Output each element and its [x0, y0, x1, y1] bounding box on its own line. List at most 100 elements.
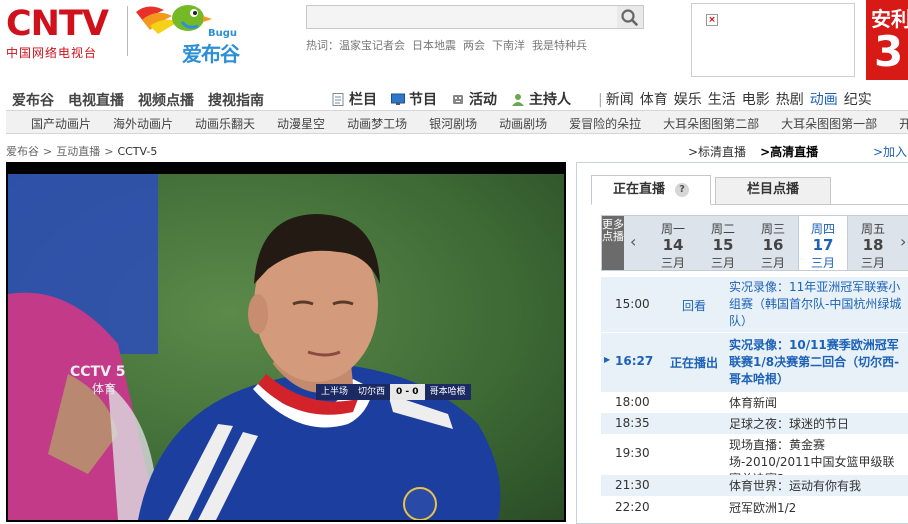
sub-nav-link[interactable]: 开心宝: [899, 117, 908, 131]
date-item[interactable]: 周五 18 三月: [848, 216, 898, 270]
hot-keyword-link[interactable]: 温家宝记者会: [339, 39, 405, 52]
tab-live-now[interactable]: 正在直播?: [591, 175, 711, 205]
sub-nav-link[interactable]: 银河剧场: [429, 117, 477, 131]
sub-nav-link[interactable]: 海外动画片: [113, 117, 173, 131]
nav-category-news[interactable]: 新闻: [606, 92, 634, 108]
cntv-logo[interactable]: CNTV 中国网络电视台: [6, 6, 118, 60]
robot-icon: [453, 94, 463, 104]
schedule-row[interactable]: 22:20 冠军欧洲1/2: [601, 497, 908, 517]
date-number: 15: [712, 236, 734, 254]
nav-category-drama[interactable]: 热剧: [776, 92, 804, 108]
breadcrumb: 爱布谷 > 互动直播 > CCTV-5: [6, 143, 157, 159]
scoreboard: 上半场 切尔西 0 - 0 哥本哈根: [316, 384, 471, 400]
standard-definition-link[interactable]: >标清直播: [688, 145, 746, 159]
sub-nav-link[interactable]: 动画乐翻天: [195, 117, 255, 131]
ad-frame[interactable]: ×: [691, 3, 855, 77]
nav-category-sports[interactable]: 体育: [640, 92, 668, 108]
tab-column-vod[interactable]: 栏目点播: [715, 177, 831, 205]
nav-link-tv-live[interactable]: 电视直播: [68, 93, 124, 109]
date-item-current[interactable]: 周四 17 三月: [798, 216, 848, 270]
cntv-logo-subtitle: 中国网络电视台: [6, 46, 98, 60]
bugu-logo[interactable]: Bugu 爱布谷: [134, 0, 249, 66]
schedule-panel: 正在直播? 栏目点播 更多点播 ‹ 周一 14 三月 周二 15 三月 周三 1…: [576, 162, 908, 524]
nav-category-entertainment[interactable]: 娱乐: [674, 92, 702, 108]
person-icon: [512, 93, 524, 106]
schedule-row-live[interactable]: ▶ 16:27 正在播出 实况录像：10/11赛季欧洲冠军联赛1/8决赛第二回合…: [601, 333, 908, 393]
schedule-row[interactable]: 18:35 足球之夜：球迷的节日: [601, 413, 908, 435]
nav-separator: |: [598, 92, 603, 108]
breadcrumb-separator: >: [43, 145, 53, 158]
document-icon: [332, 92, 344, 106]
help-icon[interactable]: ?: [675, 182, 689, 197]
hot-keyword-link[interactable]: 下南洋: [492, 39, 525, 52]
schedule-row[interactable]: 15:00 回看 实况录像：11年亚洲冠军联赛小组赛（韩国首尔队-中国杭州绿城队…: [601, 277, 908, 333]
nav-link-vod[interactable]: 视频点播: [138, 93, 194, 109]
date-item[interactable]: 周二 15 三月: [698, 216, 748, 270]
video-player[interactable]: CCTV 5 体育 上半场 切尔西 0 - 0 哥本哈根: [6, 162, 566, 522]
logo-divider: [127, 6, 128, 56]
nav-columns[interactable]: 栏目: [331, 89, 377, 109]
hot-keyword-link[interactable]: 我是特种兵: [532, 39, 587, 52]
next-week-button[interactable]: ›: [900, 232, 906, 251]
add-to-link[interactable]: >加入: [873, 143, 907, 160]
high-definition-link[interactable]: >高清直播: [760, 145, 818, 159]
red-ad-number: 3: [874, 27, 904, 76]
red-banner-ad[interactable]: 安利 3: [866, 0, 908, 80]
date-weekday: 周五: [860, 222, 885, 236]
nav-category-life[interactable]: 生活: [708, 92, 736, 108]
schedule-row[interactable]: 18:00 体育新闻: [601, 393, 908, 413]
date-item[interactable]: 周三 16 三月: [748, 216, 798, 270]
schedule-program: 体育新闻: [729, 396, 778, 410]
date-month: 三月: [810, 256, 835, 270]
sub-nav: 国产动画片 海外动画片 动画乐翻天 动漫星空 动画梦工场 银河剧场 动画剧场 爱冒险的朵拉 大耳…: [6, 110, 908, 134]
search-input[interactable]: [306, 5, 618, 29]
cntv-logo-word: CNTV: [6, 4, 109, 44]
hot-keyword-link[interactable]: 两会: [463, 39, 485, 52]
date-month: 三月: [860, 256, 885, 270]
sub-nav-link[interactable]: 大耳朵图图第二部: [663, 117, 759, 131]
nav-programs[interactable]: 节目: [391, 89, 437, 109]
schedule-program[interactable]: 实况录像：10/11赛季欧洲冠军联赛1/8决赛第二回合（切尔西-哥本哈根）: [729, 337, 908, 388]
sub-nav-link[interactable]: 动漫星空: [277, 117, 325, 131]
breadcrumb-current: CCTV-5: [117, 145, 158, 158]
sub-nav-link[interactable]: 动画梦工场: [347, 117, 407, 131]
video-frame[interactable]: CCTV 5 体育 上半场 切尔西 0 - 0 哥本哈根: [8, 174, 564, 520]
section-nav: 栏目 节目 活动 主持人: [331, 89, 585, 109]
nav-hosts-label: 主持人: [529, 92, 571, 108]
match-score: 0 - 0: [390, 384, 425, 400]
date-month: 三月: [660, 256, 685, 270]
nav-activities[interactable]: 活动: [451, 89, 497, 109]
away-team: 哥本哈根: [424, 384, 471, 400]
date-number: 14: [662, 236, 684, 254]
date-item[interactable]: 周一 14 三月: [648, 216, 698, 270]
home-team: 切尔西: [353, 384, 391, 400]
more-vod-button[interactable]: 更多点播: [602, 216, 624, 270]
prev-week-button[interactable]: ‹: [630, 232, 636, 251]
schedule-list: 15:00 回看 实况录像：11年亚洲冠军联赛小组赛（韩国首尔队-中国杭州绿城队…: [601, 277, 908, 517]
breadcrumb-separator: >: [104, 145, 114, 158]
nav-link-bugu[interactable]: 爱布谷: [12, 93, 54, 109]
replay-link[interactable]: 回看: [659, 279, 729, 314]
breadcrumb-live[interactable]: 互动直播: [56, 145, 100, 158]
sub-nav-link[interactable]: 爱冒险的朵拉: [569, 117, 641, 131]
play-indicator-icon: ▶: [604, 355, 611, 364]
nav-category-animation[interactable]: 动画: [810, 92, 838, 108]
sub-nav-link[interactable]: 大耳朵图图第一部: [781, 117, 877, 131]
hot-keyword-link[interactable]: 日本地震: [412, 39, 456, 52]
breadcrumb-home[interactable]: 爱布谷: [6, 145, 39, 158]
date-selector: 更多点播 ‹ 周一 14 三月 周二 15 三月 周三 16 三月 周四 17 …: [601, 215, 908, 271]
schedule-row[interactable]: 21:30 体育世界：运动有你有我: [601, 475, 908, 497]
schedule-row[interactable]: 19:30 现场直播：黄金赛场-2010/2011中国女篮甲级联赛总决赛2: [601, 435, 908, 486]
schedule-program[interactable]: 实况录像：11年亚洲冠军联赛小组赛（韩国首尔队-中国杭州绿城队）: [729, 279, 908, 330]
nav-hosts[interactable]: 主持人: [511, 89, 571, 109]
nav-category-movies[interactable]: 电影: [742, 92, 770, 108]
search-button[interactable]: [617, 5, 644, 29]
tab-live-now-label: 正在直播: [612, 182, 665, 197]
schedule-status: 正在播出: [669, 356, 718, 370]
nav-link-tv-guide[interactable]: 搜视指南: [208, 93, 264, 109]
nav-category-documentary[interactable]: 纪实: [844, 92, 872, 108]
sub-nav-link[interactable]: 国产动画片: [31, 117, 91, 131]
sub-nav-link[interactable]: 动画剧场: [499, 117, 547, 131]
video-picture: [8, 174, 501, 520]
sub-nav-links: 国产动画片 海外动画片 动画乐翻天 动漫星空 动画梦工场 银河剧场 动画剧场 爱冒险的朵拉 大耳…: [31, 115, 908, 132]
